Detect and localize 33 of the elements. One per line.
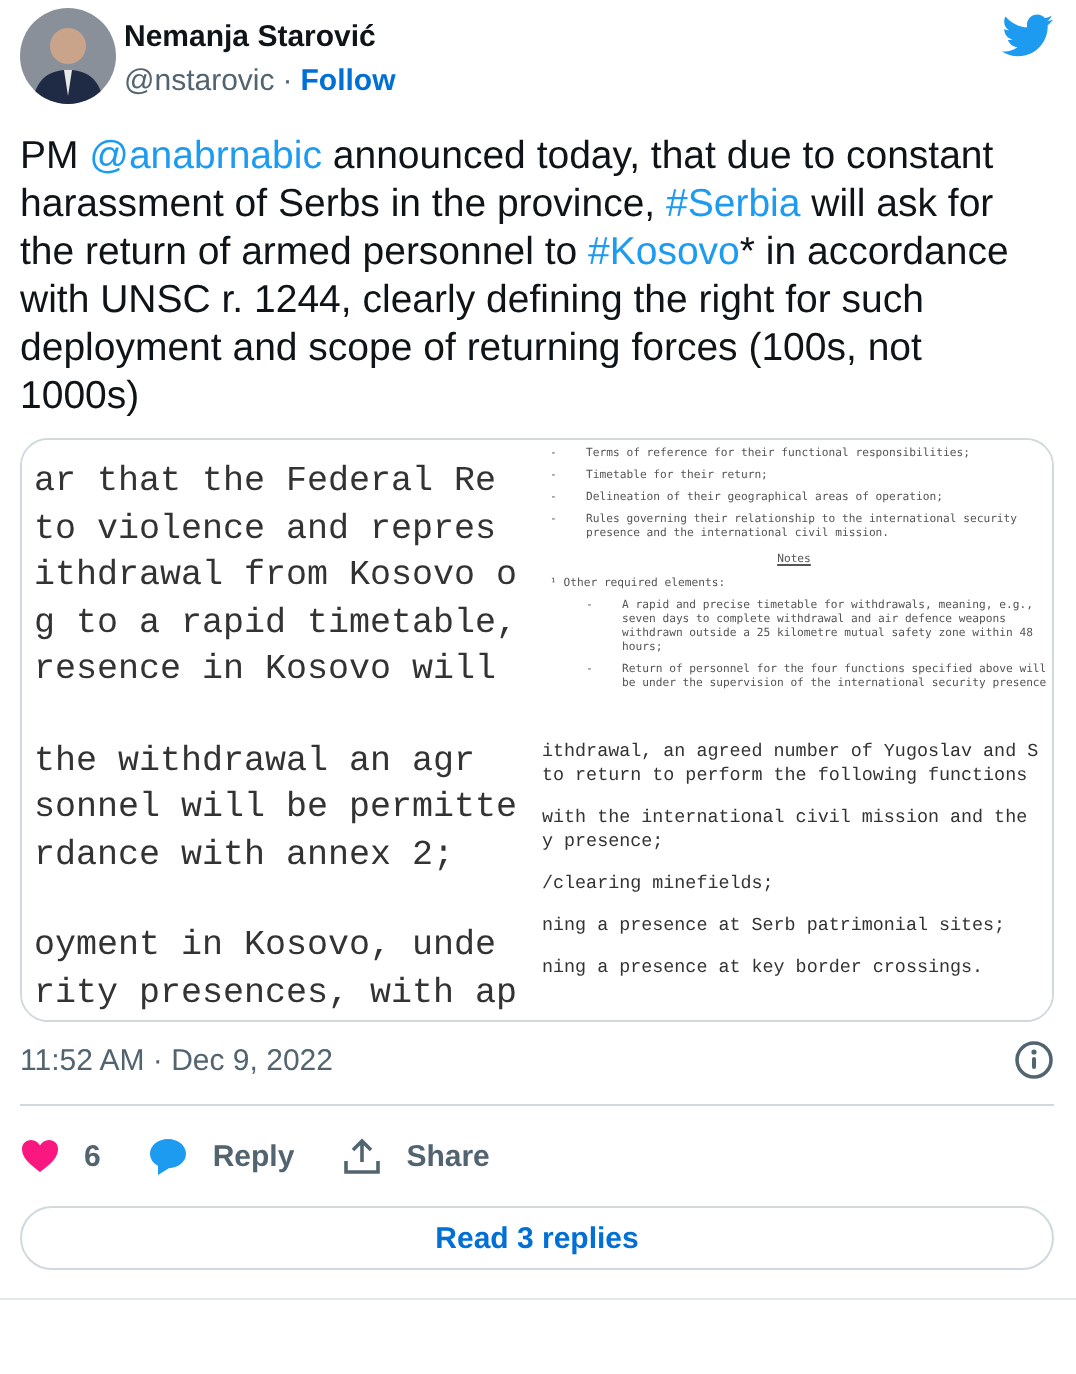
document-text: rdance with annex 2;	[34, 833, 455, 879]
reply-button[interactable]: Reply	[148, 1136, 295, 1176]
author-handle[interactable]: @nstarovic	[124, 62, 275, 102]
timestamp[interactable]: 11:52 AM · Dec 9, 2022	[20, 1043, 333, 1077]
separator-dot: ·	[282, 62, 293, 102]
document-text: resence in Kosovo will	[34, 648, 497, 694]
like-button[interactable]: 6	[20, 1136, 101, 1176]
document-text: /clearing minefields;	[542, 872, 774, 896]
document-text: the withdrawal an agr	[34, 739, 476, 785]
document-text: ithdrawal from Kosovo o	[34, 554, 518, 600]
speech-bubble-icon	[148, 1136, 189, 1176]
tweet-text: PM @anabrnabic announced today, that due to constant harassment of Serbs in the province, #Serbia will ask for the return of armed personnel to #Kosovo* in accordance with UNSC r. 1244, clearly defining the right for such deployment and scope of returning forces (100s, not 1000s)	[20, 132, 1011, 420]
share-icon	[342, 1136, 383, 1176]
document-text: ning a presence at key border crossings.	[542, 956, 984, 980]
document-text: ithdrawal, an agreed number of Yugoslav and S	[542, 740, 1039, 764]
read-replies-button[interactable]: Read 3 replies	[20, 1206, 1054, 1270]
document-text: oyment in Kosovo, unde	[34, 924, 497, 970]
document-text: to return to perform the following functions	[542, 764, 1028, 788]
document-text: ning a presence at Serb patrimonial sites;	[542, 914, 1006, 938]
follow-link[interactable]: Follow	[300, 62, 396, 102]
info-icon[interactable]	[1014, 1040, 1054, 1080]
avatar[interactable]	[20, 8, 116, 104]
author-name[interactable]: Nemanja Starović	[124, 18, 396, 58]
document-text: g to a rapid timetable,	[34, 601, 518, 647]
heart-icon	[20, 1136, 60, 1176]
document-text: to violence and repres	[34, 507, 497, 553]
document-text: y presence;	[542, 830, 664, 854]
bird-icon[interactable]	[1002, 14, 1054, 58]
share-button[interactable]: Share	[342, 1136, 490, 1176]
document-text: rity presences, with ap	[34, 971, 518, 1017]
document-text: with the international civil mission and the	[542, 806, 1028, 830]
document-text: sonnel will be permitte	[34, 786, 518, 832]
document-text: ar that the Federal Re	[34, 460, 497, 506]
